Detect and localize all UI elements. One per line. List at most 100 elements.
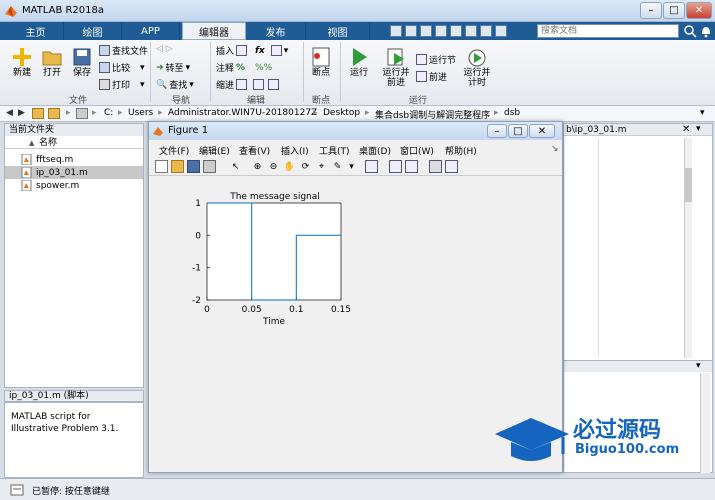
undo-icon[interactable]	[450, 25, 462, 37]
print-button[interactable]: 打印 ▾	[99, 78, 145, 91]
open-button[interactable]: 打开	[38, 46, 66, 78]
chevron-down-icon[interactable]: ▾	[345, 160, 358, 173]
chevron-down-icon[interactable]: ▾	[696, 361, 701, 371]
axes-box[interactable]	[206, 202, 342, 301]
chevron-down-icon[interactable]: ▾	[696, 124, 701, 134]
new-figure-icon[interactable]	[155, 160, 168, 173]
brush-icon[interactable]: ✎	[331, 160, 344, 173]
save-button[interactable]: 保存	[68, 46, 96, 78]
crumb-project[interactable]: 集合dsb调制与解调完整程序	[375, 108, 490, 121]
search-documentation-input[interactable]: 搜索文档	[537, 24, 679, 38]
zoom-in-icon[interactable]: ⊕	[251, 160, 264, 173]
help-icon[interactable]	[495, 25, 507, 37]
menu-tools[interactable]: 工具(T)	[319, 144, 350, 157]
list-item[interactable]: ip_03_01.m	[5, 166, 143, 179]
close-button[interactable]: ✕	[686, 2, 712, 19]
paste-icon[interactable]	[435, 25, 447, 37]
dock-arrow-icon[interactable]: ↘	[551, 144, 559, 154]
breakpoints-button[interactable]: 断点	[306, 46, 336, 78]
editor-tab[interactable]: b\ip_03_01.m	[566, 125, 627, 135]
pointer-icon[interactable]: ↖	[229, 160, 242, 173]
tab-home[interactable]: 主页	[8, 22, 64, 40]
chevron-down-icon[interactable]: ▾	[189, 80, 194, 90]
comment-button[interactable]: 注释%%%	[216, 61, 272, 75]
run-and-advance-button[interactable]: 运行并 前进	[378, 46, 414, 88]
save-icon[interactable]	[390, 25, 402, 37]
chevron-down-icon[interactable]: ▾	[186, 63, 191, 73]
menu-help[interactable]: 帮助(H)	[445, 144, 477, 157]
find-button[interactable]: 🔍 查找 ▾	[156, 78, 194, 92]
show-plot-tools-icon[interactable]	[445, 160, 458, 173]
chevron-down-icon[interactable]: ▾	[284, 46, 289, 56]
crumb-users[interactable]: Users	[128, 108, 153, 118]
fx-icon[interactable]: fx	[255, 46, 265, 56]
print-figure-icon[interactable]	[203, 160, 216, 173]
list-item[interactable]: fftseq.m	[5, 153, 143, 166]
chevron-down-icon[interactable]: ▾	[700, 108, 705, 118]
tab-apps[interactable]: APP	[122, 22, 180, 40]
close-button[interactable]: ✕	[529, 124, 555, 138]
decrease-indent-icon[interactable]	[253, 79, 265, 90]
name-column-header[interactable]: ▲ 名称	[5, 137, 143, 149]
run-section-button[interactable]: 运行节	[416, 53, 456, 66]
menu-view[interactable]: 查看(V)	[239, 144, 270, 157]
zoom-out-icon[interactable]: ⊖	[267, 160, 280, 173]
command-window-scrollbar[interactable]	[700, 373, 710, 473]
menu-insert[interactable]: 插入(I)	[281, 144, 309, 157]
tab-view[interactable]: 视图	[306, 22, 370, 40]
menu-edit[interactable]: 编辑(E)	[199, 144, 230, 157]
tab-plots[interactable]: 绘图	[64, 22, 122, 40]
run-and-time-button[interactable]: 运行并 计时	[460, 46, 494, 88]
close-icon[interactable]: ✕	[682, 124, 690, 135]
find-files-button[interactable]: 查找文件	[99, 44, 148, 57]
copy-icon[interactable]	[420, 25, 432, 37]
minimize-button[interactable]: –	[487, 124, 507, 138]
maximize-button[interactable]: □	[663, 2, 685, 19]
crumb-dsb[interactable]: dsb	[504, 108, 520, 118]
sort-arrow-icon[interactable]: ▲	[29, 137, 34, 149]
list-item[interactable]: spower.m	[5, 179, 143, 192]
redo-icon[interactable]	[465, 25, 477, 37]
browse-folder-icon[interactable]	[48, 108, 60, 119]
menu-desktop[interactable]: 桌面(D)	[359, 144, 391, 157]
crumb-desktop[interactable]: Desktop	[323, 108, 360, 118]
data-cursor-icon[interactable]: ⌖	[315, 160, 328, 173]
search-icon[interactable]	[683, 24, 697, 38]
back-icon[interactable]: ◀	[6, 108, 13, 118]
menu-file[interactable]: 文件(F)	[159, 144, 189, 157]
compare-button[interactable]: 比较 ▾	[99, 61, 145, 74]
cut-icon[interactable]	[405, 25, 417, 37]
goto-button[interactable]: ➜ 转至 ▾	[156, 61, 191, 75]
crumb-user[interactable]: Administrator.WIN7U-20180127Z	[168, 108, 317, 118]
tab-editor[interactable]: 编辑器	[182, 22, 246, 40]
insert-function-icon[interactable]	[270, 45, 282, 56]
menu-window[interactable]: 窗口(W)	[400, 144, 434, 157]
hide-plot-tools-icon[interactable]	[429, 160, 442, 173]
legend-icon[interactable]	[405, 160, 418, 173]
colorbar-icon[interactable]	[389, 160, 402, 173]
pan-icon[interactable]: ✋	[283, 160, 296, 173]
scrollbar-thumb[interactable]	[685, 168, 692, 202]
bell-icon[interactable]	[699, 24, 713, 38]
wrap-comments-icon[interactable]: %%	[255, 63, 272, 73]
editor-scrollbar[interactable]	[684, 138, 692, 358]
link-plot-icon[interactable]	[365, 160, 378, 173]
run-button[interactable]: 运行	[344, 46, 374, 78]
open-file-icon[interactable]	[171, 160, 184, 173]
tab-publish[interactable]: 发布	[246, 22, 306, 40]
crumb-drive[interactable]: C:	[104, 108, 113, 118]
minimize-button[interactable]: –	[640, 2, 662, 19]
chevron-down-icon[interactable]: ▾	[140, 63, 145, 73]
save-figure-icon[interactable]	[187, 160, 200, 173]
back-forward-buttons[interactable]: ◁ ▷	[156, 44, 173, 54]
new-button[interactable]: 新建	[8, 46, 36, 78]
rotate-icon[interactable]: ⟳	[299, 160, 312, 173]
increase-indent-icon[interactable]	[268, 79, 280, 90]
insert-button[interactable]: 插入 fx ▾	[216, 44, 288, 57]
chevron-down-icon[interactable]: ▾	[140, 80, 145, 90]
indent-button[interactable]: 缩进	[216, 78, 280, 91]
folder-up-icon[interactable]	[32, 108, 44, 119]
advance-button[interactable]: 前进	[416, 70, 447, 83]
maximize-button[interactable]: □	[508, 124, 528, 138]
switch-windows-icon[interactable]	[480, 25, 492, 37]
